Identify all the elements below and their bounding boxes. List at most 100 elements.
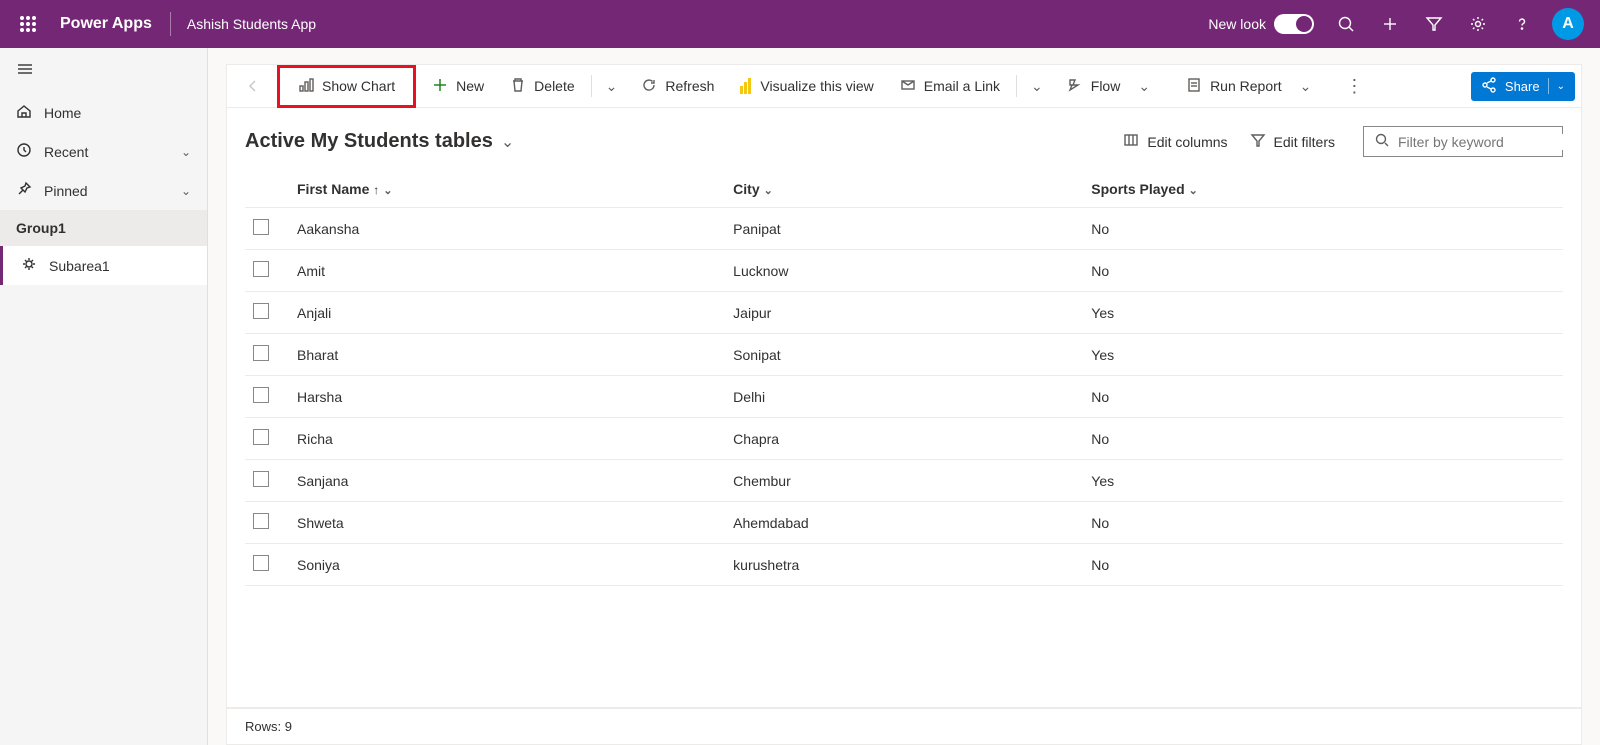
view-selector-chevron[interactable]: ⌄ <box>501 132 514 152</box>
cell-sports: No <box>1083 376 1563 418</box>
table-row[interactable]: AmitLucknowNo <box>245 250 1563 292</box>
sitemap-nav: Home Recent ⌄ Pinned ⌄ Group1 Subarea1 <box>0 48 208 745</box>
nav-pinned[interactable]: Pinned ⌄ <box>0 171 207 210</box>
row-checkbox[interactable] <box>253 345 269 361</box>
keyword-filter[interactable] <box>1363 126 1563 157</box>
show-chart-button[interactable]: Show Chart <box>286 71 407 102</box>
cell-first-name: Shweta <box>289 502 725 544</box>
user-avatar[interactable]: A <box>1552 8 1584 40</box>
cell-first-name: Amit <box>289 250 725 292</box>
app-name[interactable]: Ashish Students App <box>177 16 326 32</box>
command-bar: Show Chart New Delete ⌄ Refresh Visualiz… <box>226 64 1582 108</box>
visualize-label: Visualize this view <box>760 78 873 94</box>
new-button[interactable]: New <box>420 71 496 102</box>
chevron-down-icon: ⌄ <box>181 184 191 198</box>
cell-city: Sonipat <box>725 334 1083 376</box>
row-checkbox[interactable] <box>253 387 269 403</box>
refresh-button[interactable]: Refresh <box>629 71 726 102</box>
chevron-down-icon: ⌄ <box>764 185 773 197</box>
email-label: Email a Link <box>924 78 1000 94</box>
filter-icon[interactable] <box>1412 0 1456 48</box>
settings-icon[interactable] <box>1456 0 1500 48</box>
help-icon[interactable] <box>1500 0 1544 48</box>
refresh-icon <box>641 77 657 96</box>
funnel-icon <box>1250 132 1266 151</box>
row-checkbox[interactable] <box>253 303 269 319</box>
content-area: Show Chart New Delete ⌄ Refresh Visualiz… <box>208 48 1600 745</box>
column-city[interactable]: City⌄ <box>725 171 1083 208</box>
keyword-filter-input[interactable] <box>1398 134 1579 150</box>
global-header: Power Apps Ashish Students App New look … <box>0 0 1600 48</box>
table-row[interactable]: AakanshaPanipatNo <box>245 208 1563 250</box>
table-row[interactable]: RichaChapraNo <box>245 418 1563 460</box>
chevron-down-icon: ⌄ <box>1128 72 1160 101</box>
add-icon[interactable] <box>1368 0 1412 48</box>
cell-first-name: Harsha <box>289 376 725 418</box>
cell-sports: No <box>1083 418 1563 460</box>
separator <box>1016 75 1017 97</box>
row-checkbox[interactable] <box>253 429 269 445</box>
home-icon <box>16 103 32 122</box>
new-look-label: New look <box>1208 16 1266 32</box>
nav-recent[interactable]: Recent ⌄ <box>0 132 207 171</box>
cell-city: Lucknow <box>725 250 1083 292</box>
run-report-button[interactable]: Run Report ⌄ <box>1174 66 1333 107</box>
data-grid: First Name ↑⌄ City⌄ Sports Played⌄ Aakan… <box>226 171 1582 708</box>
row-checkbox[interactable] <box>253 471 269 487</box>
nav-home[interactable]: Home <box>0 93 207 132</box>
visualize-button[interactable]: Visualize this view <box>728 72 885 100</box>
table-row[interactable]: SoniyakurushetraNo <box>245 544 1563 586</box>
chart-icon <box>298 77 314 96</box>
table-row[interactable]: SanjanaChemburYes <box>245 460 1563 502</box>
email-split-chevron[interactable]: ⌄ <box>1021 72 1053 101</box>
edit-columns-button[interactable]: Edit columns <box>1123 132 1227 151</box>
flow-button[interactable]: Flow ⌄ <box>1055 66 1172 107</box>
app-launcher-icon[interactable] <box>8 4 48 44</box>
select-all-header[interactable] <box>245 171 289 208</box>
back-button[interactable] <box>233 72 273 100</box>
pin-icon <box>16 181 32 200</box>
nav-subarea-active[interactable]: Subarea1 <box>0 246 207 285</box>
view-header: Active My Students tables ⌄ Edit columns… <box>226 108 1582 171</box>
search-icon[interactable] <box>1324 0 1368 48</box>
row-checkbox[interactable] <box>253 219 269 235</box>
delete-split-chevron[interactable]: ⌄ <box>596 72 628 101</box>
report-icon <box>1186 77 1202 96</box>
email-link-button[interactable]: Email a Link <box>888 71 1012 102</box>
delete-button[interactable]: Delete <box>498 71 586 102</box>
flow-icon <box>1067 77 1083 96</box>
nav-collapse-icon[interactable] <box>0 48 207 93</box>
row-count: Rows: 9 <box>245 719 292 734</box>
table-row[interactable]: BharatSonipatYes <box>245 334 1563 376</box>
share-button[interactable]: Share ⌄ <box>1471 72 1575 101</box>
mail-icon <box>900 77 916 96</box>
cell-city: Ahemdabad <box>725 502 1083 544</box>
chevron-down-icon: ⌄ <box>1189 185 1198 197</box>
table-row[interactable]: AnjaliJaipurYes <box>245 292 1563 334</box>
nav-group-label: Group1 <box>0 210 207 246</box>
annotated-highlight: Show Chart <box>277 65 416 108</box>
show-chart-label: Show Chart <box>322 78 395 94</box>
row-checkbox[interactable] <box>253 261 269 277</box>
new-look-toggle[interactable] <box>1274 14 1314 34</box>
cell-first-name: Soniya <box>289 544 725 586</box>
new-label: New <box>456 78 484 94</box>
cell-city: Jaipur <box>725 292 1083 334</box>
cell-city: Delhi <box>725 376 1083 418</box>
column-sports-played[interactable]: Sports Played⌄ <box>1083 171 1563 208</box>
table-row[interactable]: ShwetaAhemdabadNo <box>245 502 1563 544</box>
column-first-name[interactable]: First Name ↑⌄ <box>289 171 725 208</box>
powerbi-icon <box>740 78 752 94</box>
trash-icon <box>510 77 526 96</box>
cell-sports: Yes <box>1083 334 1563 376</box>
columns-icon <box>1123 132 1139 151</box>
cell-city: Panipat <box>725 208 1083 250</box>
share-icon <box>1481 77 1497 96</box>
row-checkbox[interactable] <box>253 555 269 571</box>
overflow-menu[interactable]: ⋮ <box>1335 72 1374 101</box>
view-title[interactable]: Active My Students tables <box>245 130 493 153</box>
table-row[interactable]: HarshaDelhiNo <box>245 376 1563 418</box>
share-label: Share <box>1505 79 1540 94</box>
edit-filters-button[interactable]: Edit filters <box>1250 132 1335 151</box>
row-checkbox[interactable] <box>253 513 269 529</box>
